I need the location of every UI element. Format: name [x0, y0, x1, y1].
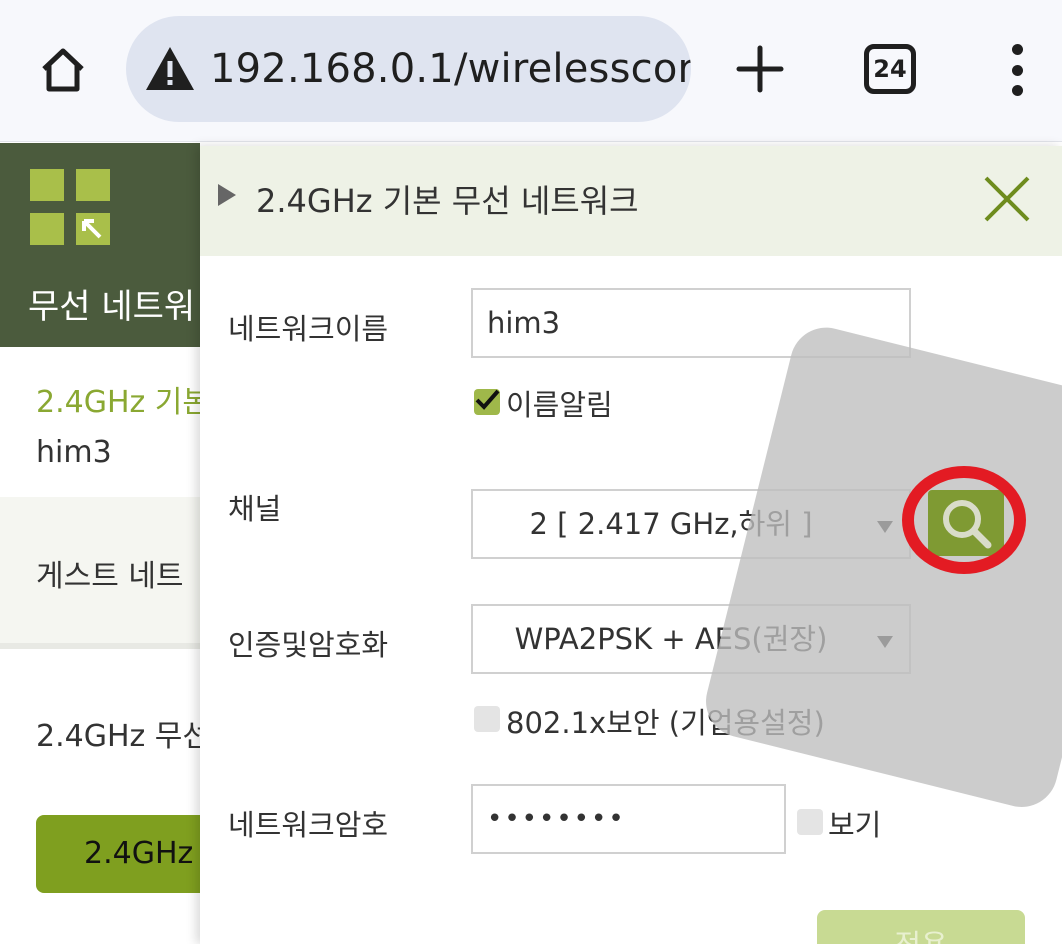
- security-8021x-checkbox[interactable]: [474, 706, 500, 732]
- broadcast-checkbox[interactable]: [474, 389, 500, 415]
- channel-search-button[interactable]: [928, 490, 1004, 556]
- tab-switcher-button[interactable]: 24: [864, 44, 916, 94]
- network-item-title: 2.4GHz 기본: [36, 385, 210, 420]
- network-name-input[interactable]: him3: [471, 288, 911, 358]
- auth-value: WPA2PSK + AES(권장): [514, 622, 828, 656]
- grid-logo-icon: [30, 169, 110, 245]
- home-button[interactable]: [32, 40, 94, 100]
- warning-icon: [146, 47, 194, 90]
- network-name-label: 네트워크이름: [228, 312, 389, 346]
- chevron-down-icon: [877, 521, 893, 533]
- broadcast-label: 이름알림: [506, 388, 613, 422]
- triangle-right-icon: [218, 184, 236, 206]
- page-title: 무선 네트워: [28, 287, 196, 327]
- close-icon[interactable]: [980, 172, 1034, 226]
- page-header: 무선 네트워: [0, 143, 200, 347]
- password-label: 네트워크암호: [228, 808, 389, 842]
- password-input[interactable]: ••••••••: [471, 784, 786, 854]
- search-icon: [943, 500, 992, 549]
- auth-label: 인증및암호화: [228, 628, 389, 662]
- show-password-checkbox[interactable]: [797, 809, 823, 835]
- new-tab-button[interactable]: [733, 42, 787, 96]
- show-password-label: 보기: [828, 808, 882, 842]
- home-icon: [42, 48, 84, 92]
- channel-label: 채널: [228, 492, 282, 526]
- address-bar[interactable]: 192.168.0.1/wirelesscor: [126, 16, 691, 122]
- url-text: 192.168.0.1/wirelesscor: [210, 46, 691, 92]
- channel-value: 2 [ 2.417 GHz,하위 ]: [529, 507, 813, 541]
- network-item-guest[interactable]: 게스트 네트: [0, 497, 200, 649]
- chevron-down-icon: [877, 636, 893, 648]
- more-vert-icon[interactable]: [1000, 44, 1034, 96]
- band-button[interactable]: 2.4GHz: [36, 815, 216, 893]
- section-title: 2.4GHz 무선: [36, 719, 210, 754]
- network-item-name: him3: [36, 435, 112, 470]
- dialog-title: 2.4GHz 기본 무선 네트워크: [256, 182, 639, 220]
- check-icon: [475, 389, 500, 410]
- dialog-header: 2.4GHz 기본 무선 네트워크: [200, 146, 1062, 256]
- channel-select[interactable]: 2 [ 2.417 GHz,하위 ]: [471, 489, 911, 559]
- network-item-title: 게스트 네트: [36, 559, 184, 594]
- network-item-24ghz[interactable]: 2.4GHz 기본 him3: [0, 347, 210, 497]
- browser-toolbar: 192.168.0.1/wirelesscor 24: [0, 0, 1062, 142]
- tab-count: 24: [873, 55, 907, 83]
- apply-button[interactable]: 적용: [817, 910, 1025, 944]
- security-8021x-label: 802.1x보안 (기업용설정): [506, 706, 825, 740]
- auth-select[interactable]: WPA2PSK + AES(권장): [471, 604, 911, 674]
